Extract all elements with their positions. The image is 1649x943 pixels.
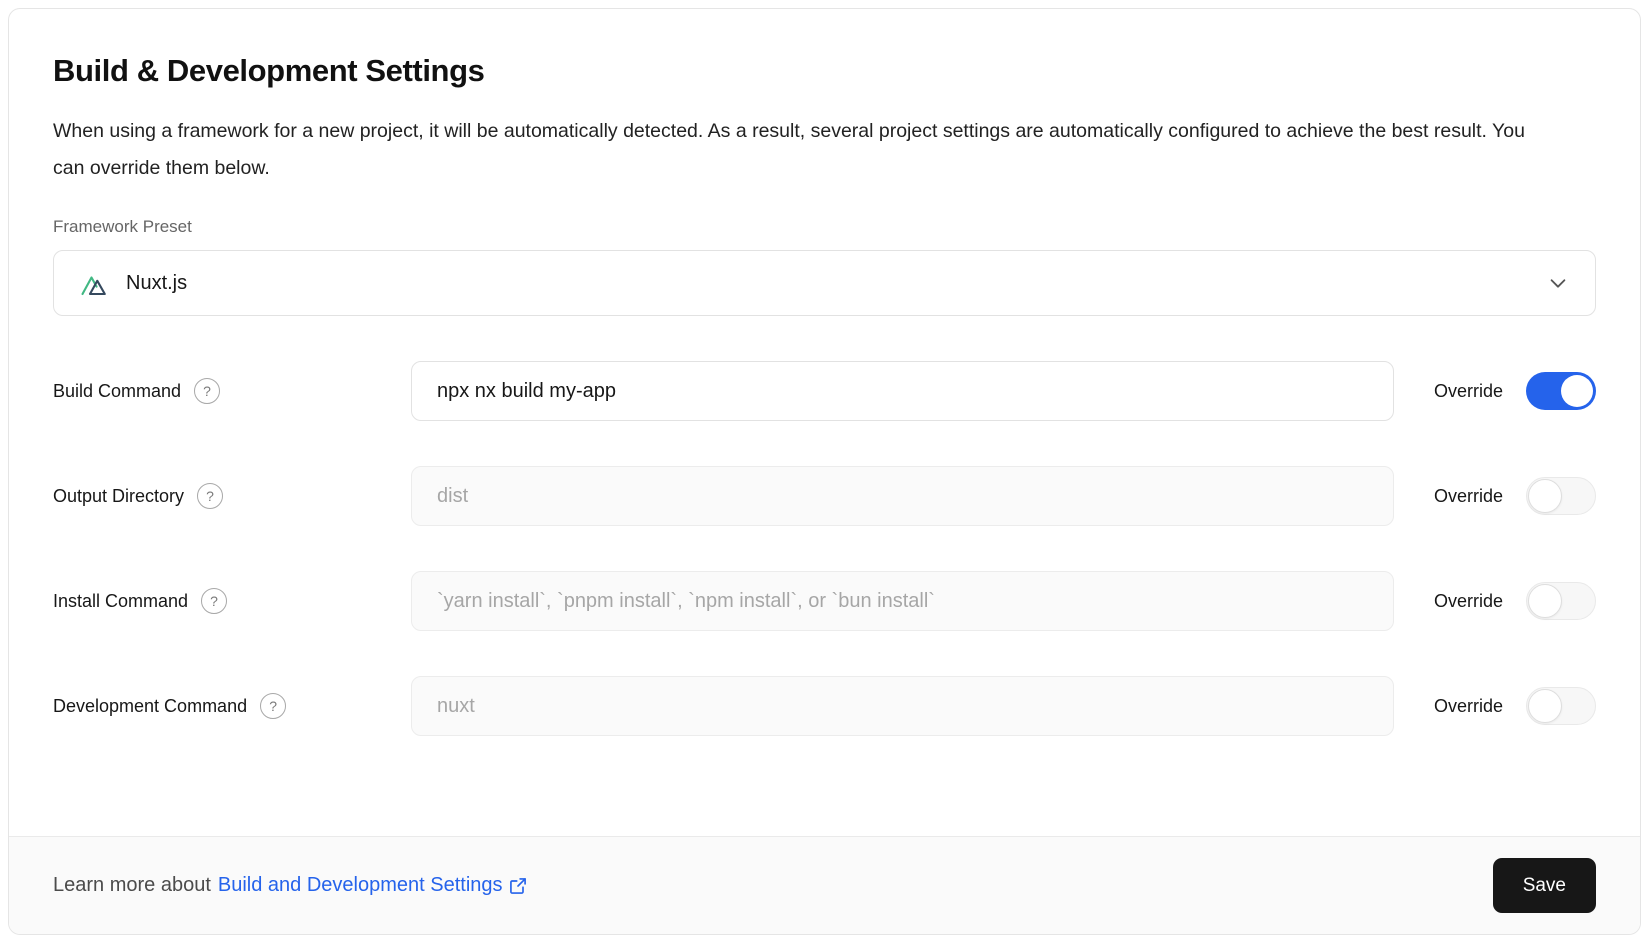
question-mark-icon[interactable]: ? (197, 483, 223, 509)
development-command-override: Override (1434, 687, 1596, 725)
build-command-label: Build Command (53, 381, 181, 402)
settings-description: When using a framework for a new project… (53, 113, 1538, 187)
page-title: Build & Development Settings (53, 53, 1596, 89)
nuxtjs-logo-icon (80, 270, 111, 297)
output-directory-input (411, 466, 1394, 526)
development-command-label: Development Command (53, 696, 247, 717)
development-command-row: Development Command ? Override (53, 676, 1596, 736)
output-directory-label: Output Directory (53, 486, 184, 507)
learn-more-prefix: Learn more about (53, 874, 211, 897)
chevron-down-icon (1547, 272, 1569, 294)
development-command-label-group: Development Command ? (53, 693, 411, 719)
output-directory-label-group: Output Directory ? (53, 483, 411, 509)
framework-preset-select[interactable]: Nuxt.js (53, 250, 1596, 316)
override-label: Override (1434, 486, 1503, 507)
toggle-knob (1528, 584, 1562, 618)
framework-preset-selected: Nuxt.js (80, 270, 187, 297)
output-directory-override: Override (1434, 477, 1596, 515)
development-command-input (411, 676, 1394, 736)
build-command-input[interactable] (411, 361, 1394, 421)
question-mark-icon[interactable]: ? (201, 588, 227, 614)
framework-preset-label: Framework Preset (53, 217, 1596, 237)
override-label: Override (1434, 591, 1503, 612)
build-command-label-group: Build Command ? (53, 378, 411, 404)
docs-link-label: Build and Development Settings (218, 874, 503, 897)
question-mark-icon[interactable]: ? (260, 693, 286, 719)
learn-more-text: Learn more about Build and Development S… (53, 874, 528, 897)
build-command-override-toggle[interactable] (1526, 372, 1596, 410)
install-command-override-toggle[interactable] (1526, 582, 1596, 620)
build-settings-docs-link[interactable]: Build and Development Settings (218, 874, 528, 897)
save-button[interactable]: Save (1493, 858, 1596, 913)
card-content: Build & Development Settings When using … (9, 9, 1640, 836)
install-command-override: Override (1434, 582, 1596, 620)
toggle-knob (1528, 479, 1562, 513)
install-command-input (411, 571, 1394, 631)
override-label: Override (1434, 381, 1503, 402)
framework-preset-value: Nuxt.js (126, 272, 187, 295)
output-directory-override-toggle[interactable] (1526, 477, 1596, 515)
install-command-row: Install Command ? Override (53, 571, 1596, 631)
development-command-override-toggle[interactable] (1526, 687, 1596, 725)
build-settings-card: Build & Development Settings When using … (8, 8, 1641, 935)
card-footer: Learn more about Build and Development S… (9, 836, 1640, 934)
question-mark-icon[interactable]: ? (194, 378, 220, 404)
build-command-override: Override (1434, 372, 1596, 410)
toggle-knob (1561, 375, 1593, 407)
install-command-label-group: Install Command ? (53, 588, 411, 614)
install-command-label: Install Command (53, 591, 188, 612)
output-directory-row: Output Directory ? Override (53, 466, 1596, 526)
toggle-knob (1528, 689, 1562, 723)
override-label: Override (1434, 696, 1503, 717)
external-link-icon (508, 876, 528, 896)
build-command-row: Build Command ? Override (53, 361, 1596, 421)
